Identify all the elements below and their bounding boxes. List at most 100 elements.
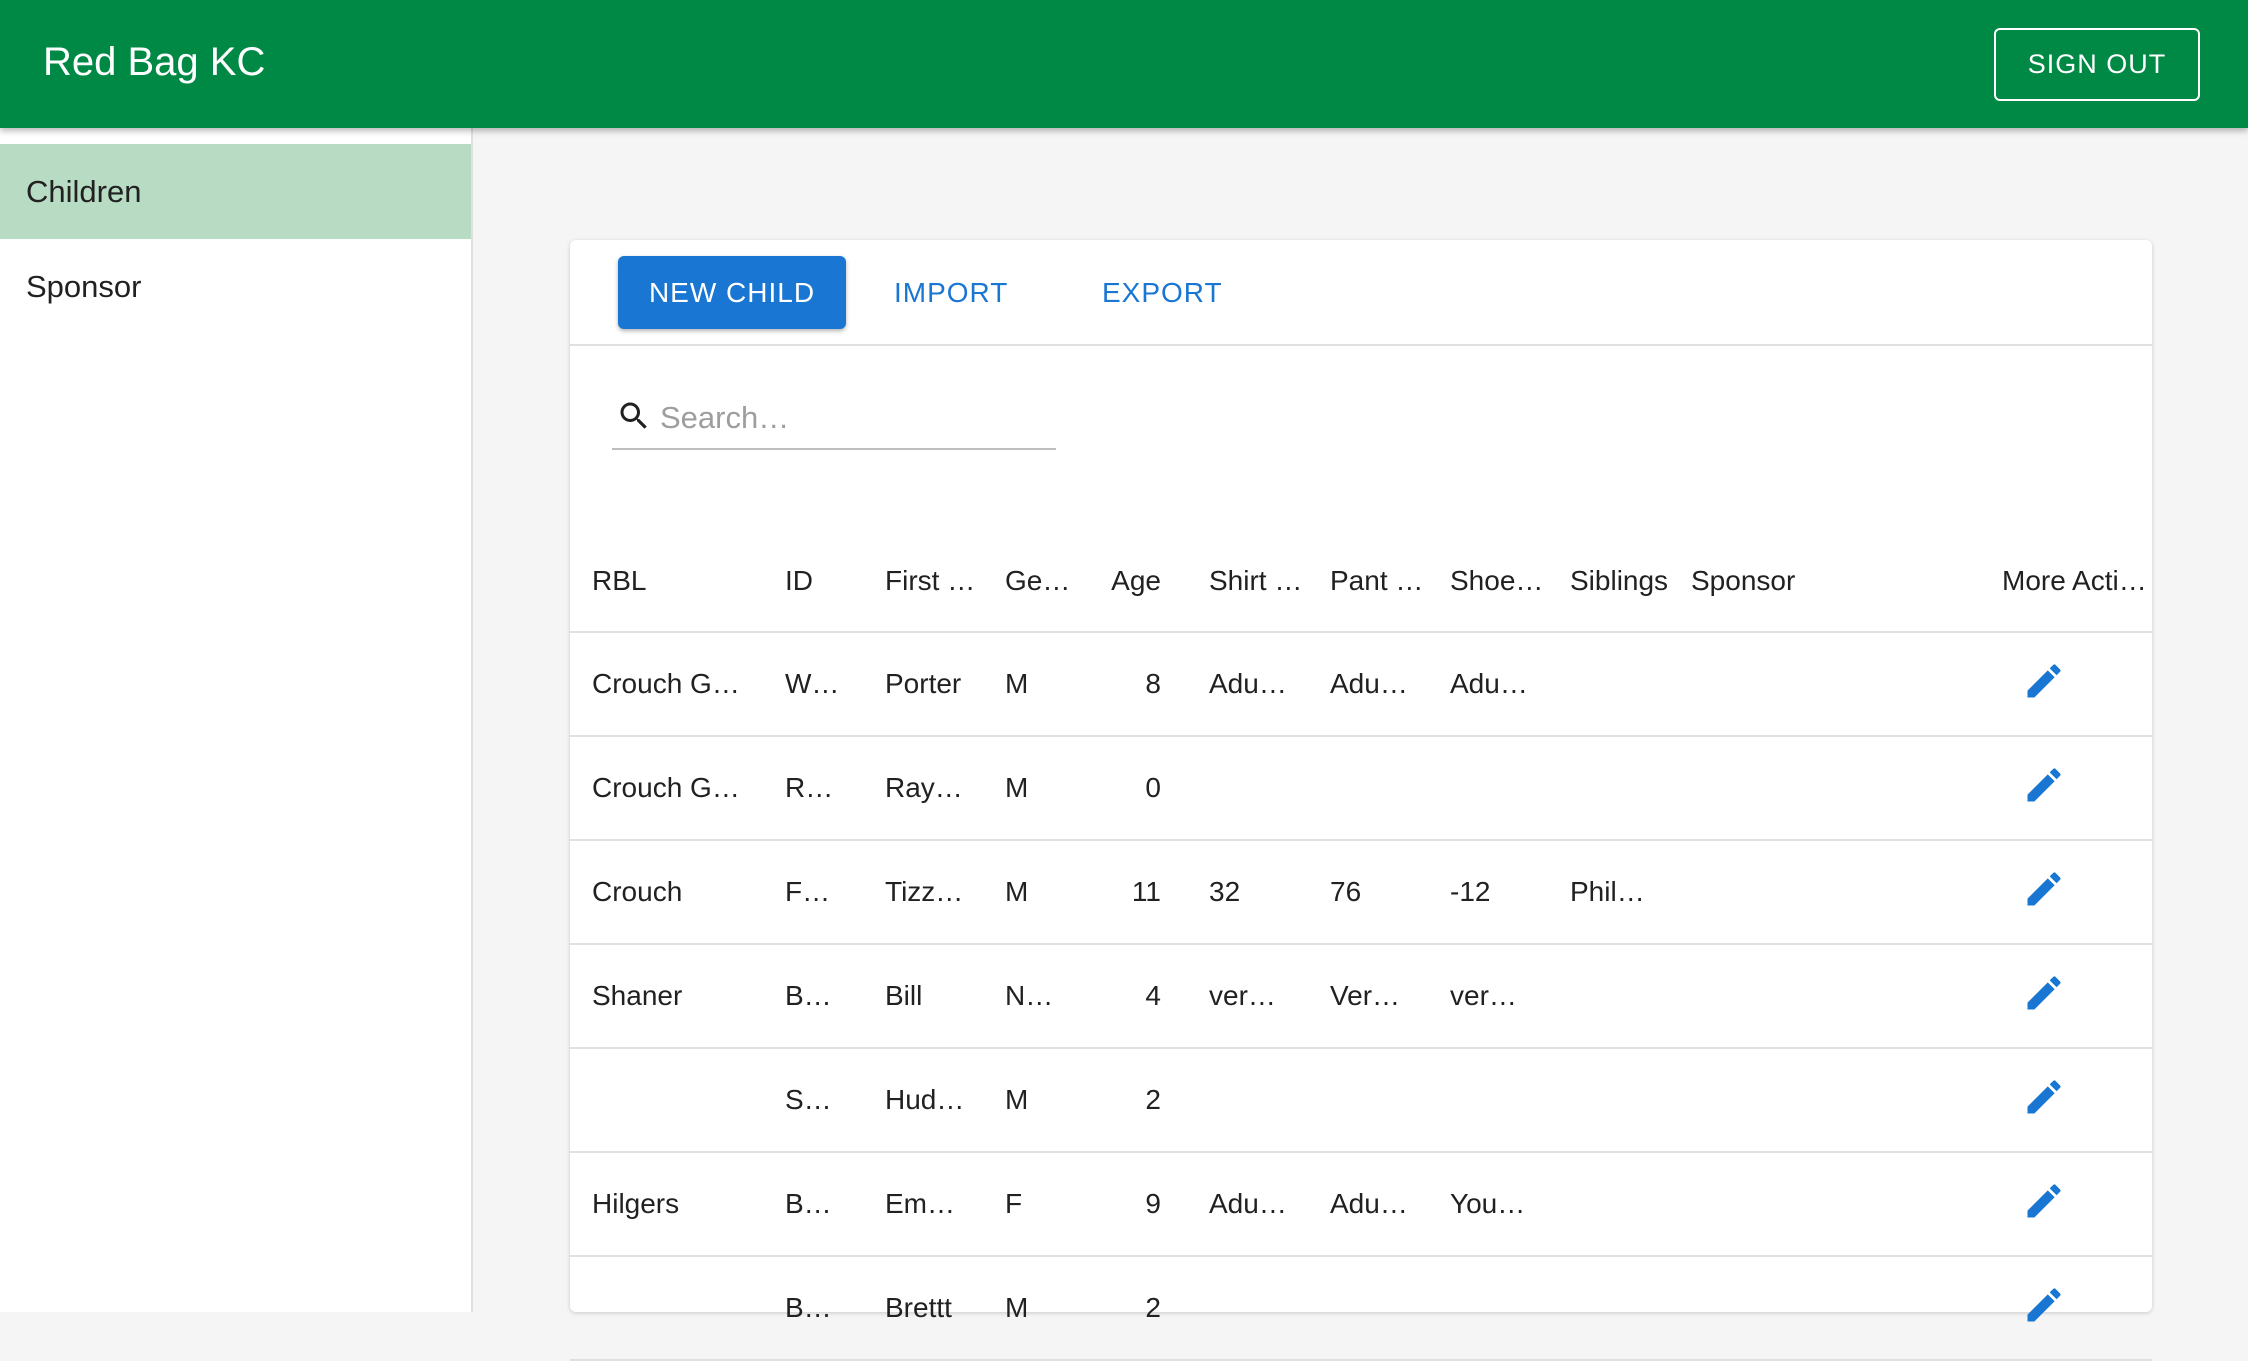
table-row[interactable]: B… Brettt M 2: [570, 1256, 2152, 1361]
app-title: Red Bag KC: [43, 40, 266, 84]
pencil-icon: [2027, 1183, 2061, 1217]
cell-age: 2: [1090, 1048, 1187, 1153]
cell-shoe-size: -12: [1428, 840, 1548, 945]
cell-shirt-size: [1187, 736, 1308, 841]
column-header-more-actions: More Acti…: [1980, 500, 2152, 633]
cell-shoe-size: You…: [1428, 1152, 1548, 1257]
toolbar: NEW CHILD IMPORT EXPORT: [570, 240, 2152, 346]
children-table: RBL ID First … Ge… Age Shirt … Pant … Sh…: [570, 500, 2152, 1361]
cell-more-actions: [1980, 1152, 2152, 1257]
cell-more-actions: [1980, 736, 2152, 841]
cell-sponsor: [1669, 840, 1980, 945]
cell-rbl: Shaner: [570, 944, 763, 1049]
cell-id: R…: [763, 736, 863, 841]
cell-age: 2: [1090, 1256, 1187, 1361]
sidebar-item-sponsor[interactable]: Sponsor: [0, 239, 471, 334]
cell-siblings: [1548, 736, 1669, 841]
cell-gender: F: [983, 1152, 1090, 1257]
cell-age: 11: [1090, 840, 1187, 945]
app-bar: Red Bag KC SIGN OUT: [0, 0, 2248, 128]
export-button[interactable]: EXPORT: [1102, 256, 1223, 329]
edit-button[interactable]: [2022, 1179, 2066, 1223]
cell-id: B…: [763, 1256, 863, 1361]
cell-more-actions: [1980, 632, 2152, 737]
search-field: [612, 390, 1056, 450]
cell-more-actions: [1980, 1048, 2152, 1153]
cell-rbl: [570, 1048, 763, 1153]
column-header-gender[interactable]: Ge…: [983, 500, 1090, 633]
cell-gender: M: [983, 840, 1090, 945]
cell-shirt-size: [1187, 1256, 1308, 1361]
cell-shirt-size: Adu…: [1187, 632, 1308, 737]
cell-first-name: Porter: [863, 632, 983, 737]
edit-button[interactable]: [2022, 1283, 2066, 1327]
cell-shoe-size: [1428, 736, 1548, 841]
cell-pant-size: Ver…: [1308, 944, 1428, 1049]
cell-more-actions: [1980, 1256, 2152, 1361]
pencil-icon: [2027, 663, 2061, 697]
cell-shoe-size: Adu…: [1428, 632, 1548, 737]
pencil-icon: [2027, 767, 2061, 801]
table-row[interactable]: Hilgers B… Em… F 9 Adu… Adu… You…: [570, 1152, 2152, 1257]
column-header-age[interactable]: Age: [1090, 500, 1187, 633]
edit-button[interactable]: [2022, 763, 2066, 807]
column-header-pant-size[interactable]: Pant …: [1308, 500, 1428, 633]
cell-rbl: [570, 1256, 763, 1361]
column-header-sponsor[interactable]: Sponsor: [1669, 500, 1980, 633]
pencil-icon: [2027, 1287, 2061, 1321]
sidebar-item-children[interactable]: Children: [0, 144, 471, 239]
edit-button[interactable]: [2022, 867, 2066, 911]
cell-id: B…: [763, 1152, 863, 1257]
cell-first-name: Em…: [863, 1152, 983, 1257]
cell-siblings: [1548, 632, 1669, 737]
cell-rbl: Crouch: [570, 840, 763, 945]
cell-first-name: Bill: [863, 944, 983, 1049]
cell-age: 9: [1090, 1152, 1187, 1257]
cell-gender: M: [983, 632, 1090, 737]
cell-first-name: Tizz…: [863, 840, 983, 945]
cell-first-name: Hud…: [863, 1048, 983, 1153]
cell-pant-size: 76: [1308, 840, 1428, 945]
edit-button[interactable]: [2022, 971, 2066, 1015]
new-child-button[interactable]: NEW CHILD: [618, 256, 846, 329]
cell-siblings: [1548, 1256, 1669, 1361]
table-row[interactable]: S… Hud… M 2: [570, 1048, 2152, 1153]
column-header-shirt-size[interactable]: Shirt …: [1187, 500, 1308, 633]
search-input[interactable]: [660, 390, 1050, 446]
cell-rbl: Hilgers: [570, 1152, 763, 1257]
sign-out-button[interactable]: SIGN OUT: [1994, 28, 2200, 101]
pencil-icon: [2027, 975, 2061, 1009]
edit-button[interactable]: [2022, 659, 2066, 703]
table-row[interactable]: Crouch G… W… Porter M 8 Adu… Adu… Adu…: [570, 632, 2152, 737]
cell-sponsor: [1669, 736, 1980, 841]
cell-more-actions: [1980, 840, 2152, 945]
cell-id: W…: [763, 632, 863, 737]
column-header-siblings[interactable]: Siblings: [1548, 500, 1669, 633]
cell-sponsor: [1669, 1256, 1980, 1361]
table-row[interactable]: Crouch G… R… Ray… M 0: [570, 736, 2152, 841]
cell-age: 0: [1090, 736, 1187, 841]
sidebar-item-label: Children: [26, 173, 142, 209]
cell-shirt-size: Adu…: [1187, 1152, 1308, 1257]
cell-age: 8: [1090, 632, 1187, 737]
cell-rbl: Crouch G…: [570, 736, 763, 841]
cell-siblings: Phil…: [1548, 840, 1669, 945]
import-button[interactable]: IMPORT: [894, 256, 1008, 329]
cell-pant-size: Adu…: [1308, 632, 1428, 737]
edit-button[interactable]: [2022, 1075, 2066, 1119]
cell-siblings: [1548, 1152, 1669, 1257]
pencil-icon: [2027, 1079, 2061, 1113]
pencil-icon: [2027, 871, 2061, 905]
column-header-id[interactable]: ID: [763, 500, 863, 633]
table-body: Crouch G… W… Porter M 8 Adu… Adu… Adu… Crouch G……: [570, 632, 2152, 1361]
cell-sponsor: [1669, 632, 1980, 737]
column-header-rbl[interactable]: RBL: [570, 500, 763, 633]
table-row[interactable]: Shaner B… Bill N… 4 ver… Ver… ver…: [570, 944, 2152, 1049]
cell-siblings: [1548, 944, 1669, 1049]
cell-siblings: [1548, 1048, 1669, 1153]
column-header-shoe-size[interactable]: Shoe…: [1428, 500, 1548, 633]
cell-first-name: Brettt: [863, 1256, 983, 1361]
cell-rbl: Crouch G…: [570, 632, 763, 737]
table-row[interactable]: Crouch F… Tizz… M 11 32 76 -12 Phil…: [570, 840, 2152, 945]
column-header-first-name[interactable]: First …: [863, 500, 983, 633]
